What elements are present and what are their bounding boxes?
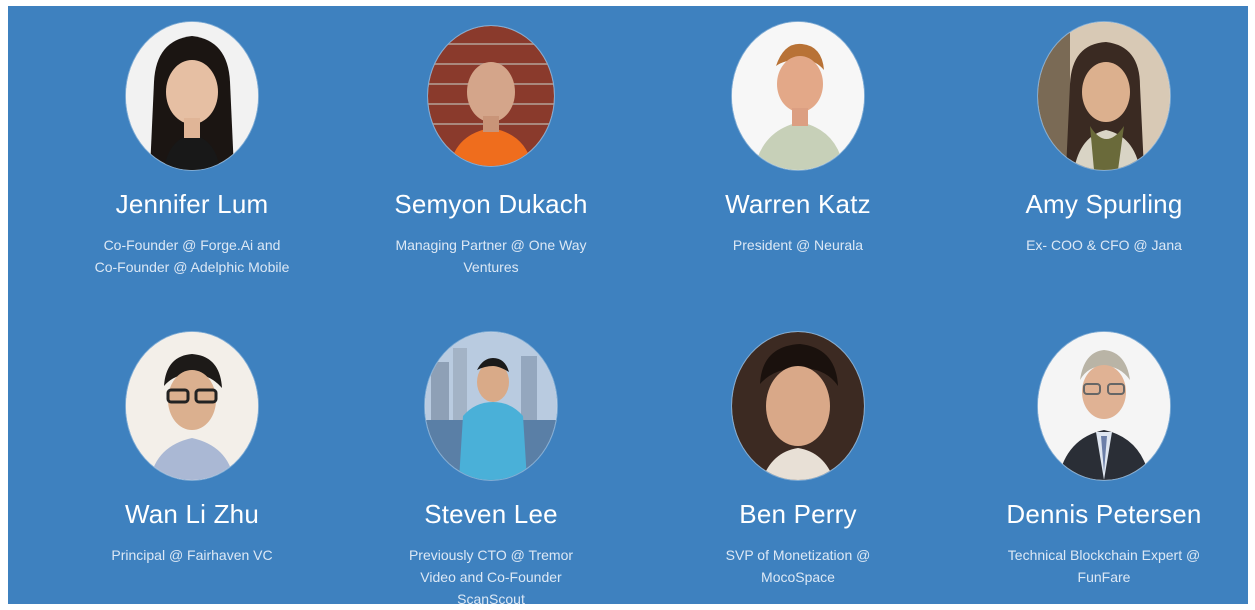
member-role: Co-Founder @ Forge.Ai and Co-Founder @ A… [94, 237, 290, 275]
person-photo-icon[interactable] [732, 22, 864, 170]
team-card[interactable]: Warren Katz President @ Neurala [648, 6, 948, 296]
team-card[interactable]: Semyon Dukach Managing Partner @ One Way… [341, 6, 641, 296]
member-role: Principal @ Fairhaven VC [111, 547, 273, 563]
warren-katz-photo [732, 22, 864, 170]
team-card[interactable]: Amy Spurling Ex- COO & CFO @ Jana [954, 6, 1254, 296]
member-name: Wan Li Zhu [125, 499, 259, 529]
steven-lee-photo [425, 332, 557, 480]
member-role: President @ Neurala [732, 237, 864, 253]
member-role: SVP of Monetization @ MocoSpace [725, 547, 871, 585]
person-photo-icon[interactable] [126, 22, 258, 170]
person-photo-icon[interactable] [1038, 22, 1170, 170]
member-name: Warren Katz [725, 189, 871, 219]
member-role: Technical Blockchain Expert @ FunFare [1007, 547, 1201, 585]
person-photo-icon[interactable] [428, 26, 554, 166]
semyon-dukach-photo [428, 26, 554, 166]
member-name: Amy Spurling [1025, 189, 1183, 219]
ben-perry-photo [732, 332, 864, 480]
person-photo-icon[interactable] [1038, 332, 1170, 480]
person-photo-icon[interactable] [126, 332, 258, 480]
jennifer-lum-photo [126, 22, 258, 170]
member-name: Dennis Petersen [1006, 499, 1202, 529]
person-photo-icon[interactable] [425, 332, 557, 480]
team-card[interactable]: Steven Lee Previously CTO @ Tremor Video… [341, 316, 641, 607]
team-card[interactable]: Jennifer Lum Co-Founder @ Forge.Ai and C… [42, 6, 342, 296]
team-grid: Jennifer Lum Co-Founder @ Forge.Ai and C… [8, 6, 1248, 607]
member-role: Ex- COO & CFO @ Jana [1026, 237, 1182, 253]
wan-li-zhu-photo [126, 332, 258, 480]
member-role: Managing Partner @ One Way Ventures [395, 237, 587, 275]
amy-spurling-photo [1038, 22, 1170, 170]
person-photo-icon[interactable] [732, 332, 864, 480]
team-card[interactable]: Ben Perry SVP of Monetization @ MocoSpac… [648, 316, 948, 606]
team-card[interactable]: Wan Li Zhu Principal @ Fairhaven VC [42, 316, 342, 606]
dennis-petersen-photo [1038, 332, 1170, 480]
member-name: Ben Perry [739, 499, 857, 529]
team-card[interactable]: Dennis Petersen Technical Blockchain Exp… [954, 316, 1254, 606]
member-name: Jennifer Lum [115, 189, 269, 219]
team-section: Jennifer Lum Co-Founder @ Forge.Ai and C… [8, 6, 1248, 607]
member-role: Previously CTO @ Tremor Video and Co-Fou… [408, 547, 574, 607]
member-name: Semyon Dukach [394, 189, 588, 219]
member-name: Steven Lee [424, 499, 558, 529]
